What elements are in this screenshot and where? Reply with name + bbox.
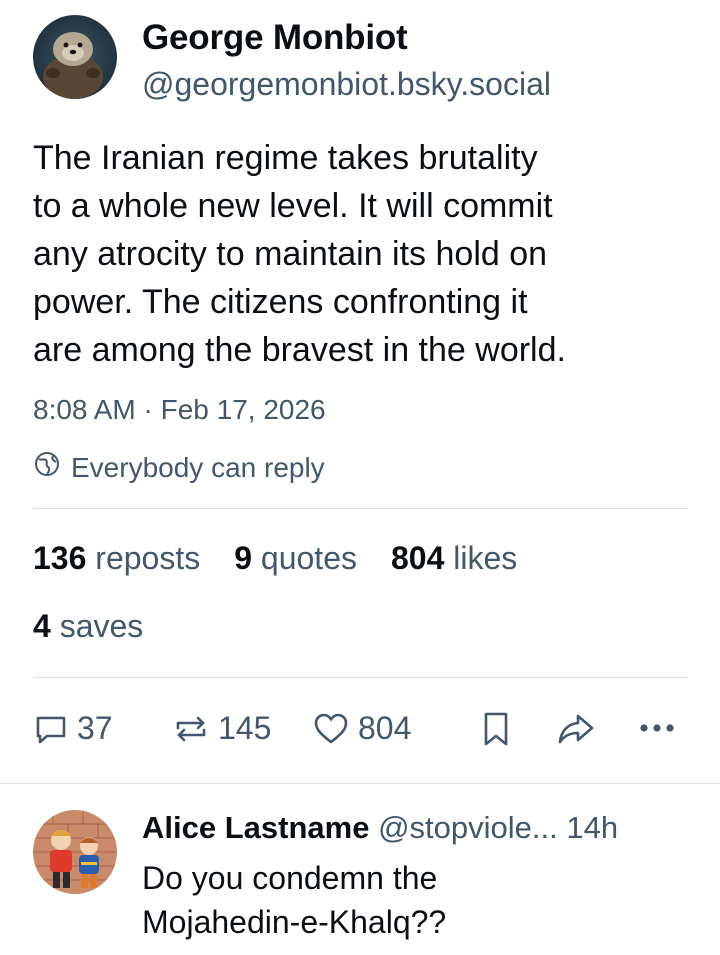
likes-label: likes	[453, 540, 518, 576]
likes-count: 804	[390, 540, 445, 576]
quotes-label: quotes	[260, 540, 357, 576]
like-count: 804	[358, 710, 412, 746]
bookmark-button[interactable]	[480, 710, 512, 748]
reply-text: Do you condemn the Mojahedin-e-Khalq??	[142, 856, 446, 944]
reply-header: Alice Lastname @stopviole... 14h	[142, 810, 618, 846]
more-button[interactable]	[636, 710, 678, 746]
reposts-count: 136	[33, 540, 87, 576]
post-text-line: power. The citizens confronting it	[33, 283, 528, 321]
action-bar: 37 145 804	[0, 700, 720, 760]
post-text-line: are among the bravest in the world.	[33, 331, 566, 369]
saves-label: saves	[59, 608, 144, 644]
reply-icon	[33, 711, 69, 747]
repost-count: 145	[218, 710, 272, 746]
divider	[0, 783, 720, 784]
repost-button[interactable]: 145	[172, 710, 271, 747]
author-handle[interactable]: @georgemonbiot.bsky.social	[142, 66, 551, 103]
reply-count: 37	[77, 710, 113, 746]
saves-count: 4	[33, 608, 51, 644]
divider	[33, 508, 688, 509]
reply-button[interactable]: 37	[33, 710, 113, 747]
like-button[interactable]: 804	[312, 710, 411, 747]
quotes-stat[interactable]: 9 quotes	[234, 540, 357, 577]
divider	[33, 677, 688, 678]
reply-text-line: Mojahedin-e-Khalq??	[142, 904, 447, 940]
reply-author-handle[interactable]: @stopviole...	[378, 810, 558, 845]
author-avatar[interactable]	[33, 15, 117, 99]
reply-author-avatar[interactable]	[33, 810, 117, 894]
share-button[interactable]	[556, 710, 596, 748]
reply-setting-label: Everybody can reply	[71, 451, 325, 483]
reply-time: 14h	[566, 810, 619, 845]
more-icon	[636, 710, 678, 746]
post-timestamp: 8:08 AM · Feb 17, 2026	[33, 394, 326, 425]
post-text-line: to a whole new level. It will commit	[33, 187, 553, 225]
cartoon-avatar-image	[33, 810, 117, 894]
post-text: The Iranian regime takes brutality to a …	[33, 134, 693, 374]
post-text-line: The Iranian regime takes brutality	[33, 139, 538, 177]
globe-icon	[33, 450, 61, 485]
reply-text-line: Do you condemn the	[142, 860, 438, 896]
bookmark-icon	[480, 710, 512, 748]
heart-icon	[312, 711, 350, 747]
otter-avatar-image	[33, 15, 117, 99]
post-text-line: any atrocity to maintain its hold on	[33, 235, 548, 273]
share-icon	[556, 710, 596, 748]
quotes-count: 9	[234, 540, 253, 576]
reposts-label: reposts	[95, 540, 201, 576]
repost-icon	[172, 711, 210, 747]
saves-stat[interactable]: 4 saves	[33, 608, 143, 645]
reply-author-name[interactable]: Alice Lastname	[142, 810, 369, 845]
engagement-stats: 136 reposts 9 quotes 804 likes	[33, 540, 517, 577]
author-name[interactable]: George Monbiot	[142, 18, 408, 58]
likes-stat[interactable]: 804 likes	[391, 540, 517, 577]
reply-setting: Everybody can reply	[33, 450, 325, 485]
reposts-stat[interactable]: 136 reposts	[33, 540, 200, 577]
